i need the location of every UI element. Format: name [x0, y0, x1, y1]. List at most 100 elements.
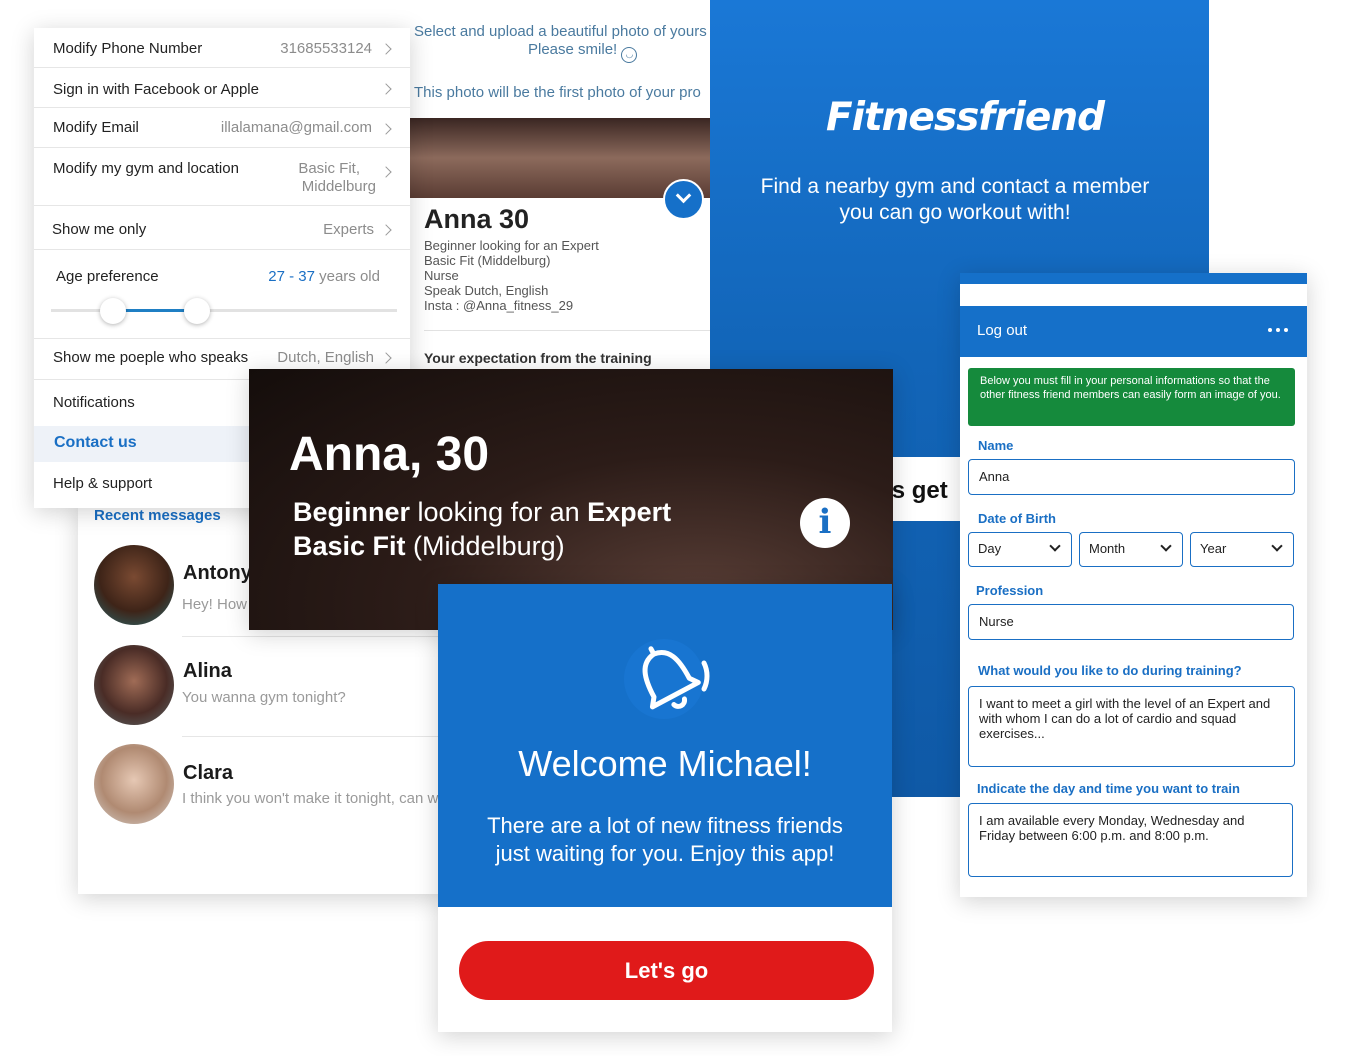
month-select[interactable]: Month: [1079, 532, 1183, 567]
divider: [424, 330, 730, 331]
age-suffix: years old: [314, 268, 380, 285]
setting-label: Sign in with Facebook or Apple: [53, 81, 259, 98]
setting-value-line2: Middelburg: [301, 178, 376, 195]
setting-label: Show me only: [52, 221, 147, 238]
setting-show-me-only[interactable]: Show me only Experts: [34, 206, 410, 250]
hero-tagline-1: Find a nearby gym and contact a member: [760, 175, 1150, 198]
chevron-right-icon: [380, 43, 392, 55]
setting-social-signin[interactable]: Sign in with Facebook or Apple: [34, 68, 410, 108]
setting-label: Notifications: [53, 394, 135, 411]
profile-detail: Beginner looking for an Expert: [424, 238, 599, 253]
setting-value: Experts: [323, 221, 374, 238]
form-header: Log out: [960, 306, 1307, 357]
chevron-right-icon: [380, 166, 392, 178]
contact-us-label: Contact us: [54, 434, 137, 451]
upload-smile-text: Please smile! ◡: [528, 41, 638, 63]
welcome-panel: Welcome Michael! There are a lot of new …: [438, 584, 892, 1032]
message-preview: You wanna gym tonight?: [182, 689, 346, 706]
message-preview: I think you won't make it tonight, can w: [182, 790, 439, 807]
divider: [182, 636, 448, 637]
welcome-title: Welcome Michael!: [518, 743, 812, 784]
banner-name: Anna, 30: [289, 428, 490, 481]
setting-value: Basic Fit,: [298, 160, 360, 177]
age-range-value: 27 - 37 years old: [268, 268, 380, 285]
chevron-right-icon: [380, 123, 392, 135]
info-notice: Below you must fill in your personal inf…: [968, 368, 1295, 426]
message-preview: Hey! How: [182, 596, 248, 613]
message-item-alina[interactable]: Alina You wanna gym tonight?: [78, 638, 448, 734]
welcome-text-2: just waiting for you. Enjoy this app!: [495, 841, 835, 866]
chevron-down-icon: [675, 187, 692, 204]
app-logo: Fitnessfriend: [826, 95, 1105, 140]
avatar: [94, 645, 174, 725]
chevron-right-icon: [380, 224, 392, 236]
setting-email[interactable]: Modify Email illalamana@gmail.com: [34, 108, 410, 148]
get-started-button[interactable]: 's get: [886, 477, 948, 505]
age-separator: -: [284, 268, 299, 285]
smile-icon: ◡: [621, 47, 638, 63]
profession-field[interactable]: Nurse: [968, 604, 1294, 640]
profession-label: Profession: [976, 583, 1044, 598]
banner-line-2: Basic Fit (Middelburg): [293, 531, 565, 562]
age-min: 27: [268, 268, 285, 285]
name-field[interactable]: Anna: [968, 459, 1295, 495]
profile-detail: Insta : @Anna_fitness_29: [424, 298, 574, 313]
message-sender: Alina: [183, 660, 232, 682]
setting-label: Show me poeple who speaks: [53, 349, 249, 366]
setting-value: 31685533124: [280, 40, 372, 57]
setting-label: Modify Phone Number: [53, 40, 203, 57]
avatar: [94, 744, 174, 824]
smile-text: Please smile!: [528, 41, 618, 58]
lets-go-button[interactable]: Let's go: [459, 941, 874, 1000]
setting-gym-location[interactable]: Modify my gym and location Basic Fit, Mi…: [34, 148, 410, 206]
upload-note: This photo will be the first photo of yo…: [414, 84, 701, 101]
profile-name: Anna 30: [424, 204, 530, 234]
month-select-value: Month: [1089, 541, 1126, 556]
chevron-down-icon: [1049, 540, 1061, 552]
setting-label: Age preference: [56, 268, 159, 285]
logout-link[interactable]: Log out: [977, 322, 1027, 339]
hero-tagline-2: you can go workout with!: [839, 201, 1071, 224]
banner-line-1: Beginner looking for an Expert: [293, 497, 671, 528]
setting-age-preference: Age preference 27 - 37 years old: [34, 250, 410, 350]
setting-label: Modify my gym and location: [53, 160, 239, 177]
year-select-value: Year: [1200, 541, 1227, 556]
day-select[interactable]: Day: [968, 532, 1072, 567]
age-min-handle[interactable]: [100, 298, 126, 324]
divider: [182, 736, 448, 737]
more-icon[interactable]: [1268, 328, 1288, 332]
upload-instruction: Select and upload a beautiful photo of y…: [414, 23, 707, 40]
profile-detail: Basic Fit (Middelburg): [424, 253, 551, 268]
profile-detail: Speak Dutch, English: [424, 283, 549, 298]
age-max-handle[interactable]: [184, 298, 210, 324]
name-label: Name: [978, 438, 1014, 453]
bell-icon: [624, 639, 710, 719]
training-textarea[interactable]: I want to meet a girl with the level of …: [968, 686, 1295, 767]
profile-detail: Nurse: [424, 268, 459, 283]
banner-gym: Basic Fit: [293, 531, 406, 561]
setting-label: Modify Email: [53, 119, 139, 136]
schedule-textarea[interactable]: I am available every Monday, Wednesday a…: [968, 803, 1293, 877]
message-sender: Antony: [183, 562, 252, 584]
info-icon[interactable]: i: [800, 498, 850, 548]
banner-connector: looking for an: [410, 497, 588, 527]
profile-form-panel: Log out Below you must fill in your pers…: [960, 273, 1307, 897]
setting-value: illalamana@gmail.com: [220, 119, 372, 136]
age-max: 37: [298, 268, 315, 285]
year-select[interactable]: Year: [1190, 532, 1294, 567]
recent-messages-heading: Recent messages: [94, 507, 221, 524]
top-strip: [960, 273, 1307, 284]
banner-location: (Middelburg): [405, 531, 565, 561]
schedule-label: Indicate the day and time you want to tr…: [977, 781, 1240, 796]
photo-upload-panel: Select and upload a beautiful photo of y…: [400, 0, 745, 380]
message-item-clara[interactable]: Clara I think you won't make it tonight,…: [78, 738, 448, 834]
message-sender: Clara: [183, 762, 234, 784]
setting-value: Dutch, English: [277, 349, 374, 366]
banner-target: Expert: [587, 497, 672, 527]
setting-label: Help & support: [53, 475, 153, 492]
chevron-down-icon: [1160, 540, 1172, 552]
expand-button[interactable]: [663, 179, 704, 220]
setting-phone[interactable]: Modify Phone Number 31685533124: [34, 28, 410, 68]
dob-label: Date of Birth: [978, 511, 1056, 526]
banner-level: Beginner: [293, 497, 411, 527]
